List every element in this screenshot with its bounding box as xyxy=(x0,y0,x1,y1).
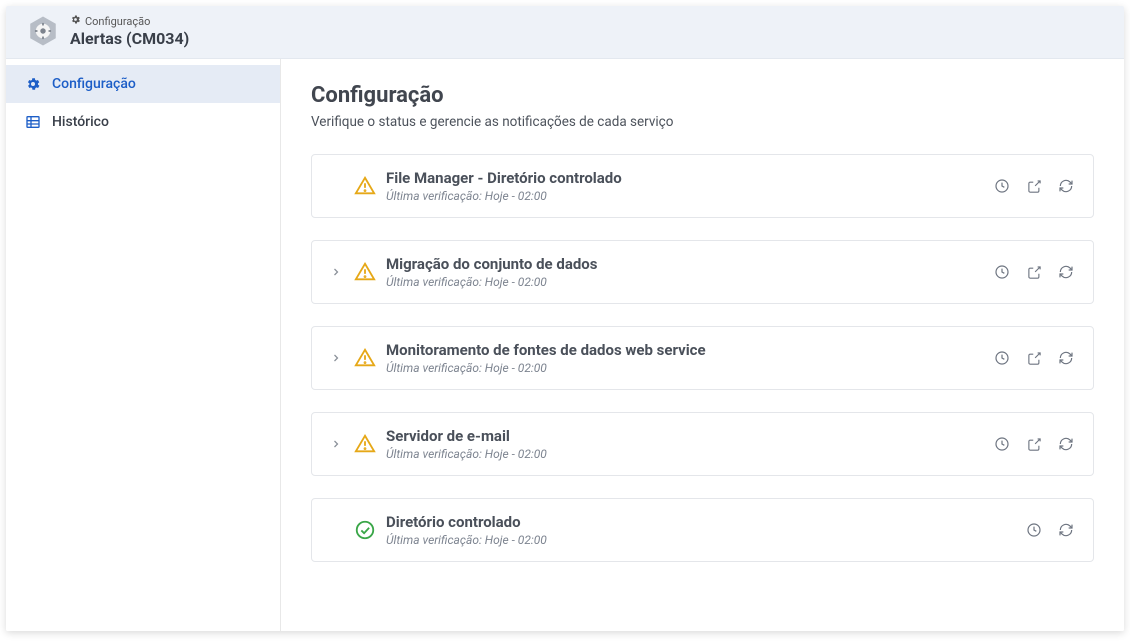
main-content: Configuração Verifique o status e gerenc… xyxy=(281,59,1124,631)
open-external-button[interactable] xyxy=(1025,263,1043,281)
chevron-placeholder xyxy=(328,178,344,194)
service-last-check: Última verificação: Hoje - 02:00 xyxy=(386,447,993,461)
refresh-button[interactable] xyxy=(1057,435,1075,453)
service-title: Monitoramento de fontes de dados web ser… xyxy=(386,341,993,359)
service-card: Servidor de e-mail Última verificação: Ho… xyxy=(311,412,1094,476)
warning-icon xyxy=(354,261,376,283)
service-card: Diretório controlado Última verificação: … xyxy=(311,498,1094,562)
service-actions xyxy=(993,435,1075,453)
page-title: Alertas (CM034) xyxy=(70,29,189,48)
service-actions xyxy=(993,349,1075,367)
schedule-button[interactable] xyxy=(993,349,1011,367)
refresh-button[interactable] xyxy=(1057,349,1075,367)
open-external-button[interactable] xyxy=(1025,435,1043,453)
app-header: Configuração Alertas (CM034) xyxy=(6,6,1124,59)
breadcrumb: Configuração xyxy=(70,14,189,28)
service-title: Diretório controlado xyxy=(386,513,1025,531)
app-logo-icon xyxy=(26,14,60,48)
service-last-check: Última verificação: Hoje - 02:00 xyxy=(386,533,1025,547)
service-title: Servidor de e-mail xyxy=(386,427,993,445)
chevron-right-icon[interactable] xyxy=(328,264,344,280)
table-icon xyxy=(24,113,42,131)
sidebar-item-configura-o[interactable]: Configuração xyxy=(6,65,280,103)
service-title: File Manager - Diretório controlado xyxy=(386,169,993,187)
sidebar-item-label: Configuração xyxy=(52,76,136,92)
service-last-check: Última verificação: Hoje - 02:00 xyxy=(386,189,993,203)
main-subtitle: Verifique o status e gerencie as notific… xyxy=(311,114,1094,130)
schedule-button[interactable] xyxy=(993,263,1011,281)
chevron-right-icon[interactable] xyxy=(328,350,344,366)
gear-icon xyxy=(70,14,81,28)
service-card: File Manager - Diretório controlado Últim… xyxy=(311,154,1094,218)
breadcrumb-label: Configuração xyxy=(85,15,150,28)
service-actions xyxy=(1025,521,1075,539)
refresh-button[interactable] xyxy=(1057,263,1075,281)
service-actions xyxy=(993,263,1075,281)
open-external-button[interactable] xyxy=(1025,349,1043,367)
service-title: Migração do conjunto de dados xyxy=(386,255,993,273)
main-title: Configuração xyxy=(311,83,1094,108)
sidebar-item-label: Histórico xyxy=(52,114,109,130)
refresh-button[interactable] xyxy=(1057,521,1075,539)
check-circle-icon xyxy=(354,519,376,541)
service-card: Migração do conjunto de dados Última veri… xyxy=(311,240,1094,304)
service-last-check: Última verificação: Hoje - 02:00 xyxy=(386,275,993,289)
refresh-button[interactable] xyxy=(1057,177,1075,195)
service-last-check: Última verificação: Hoje - 02:00 xyxy=(386,361,993,375)
chevron-right-icon[interactable] xyxy=(328,436,344,452)
sidebar: Configuração Histórico xyxy=(6,59,281,631)
schedule-button[interactable] xyxy=(1025,521,1043,539)
service-card: Monitoramento de fontes de dados web ser… xyxy=(311,326,1094,390)
warning-icon xyxy=(354,175,376,197)
open-external-button[interactable] xyxy=(1025,177,1043,195)
schedule-button[interactable] xyxy=(993,435,1011,453)
chevron-placeholder xyxy=(328,522,344,538)
warning-icon xyxy=(354,347,376,369)
service-actions xyxy=(993,177,1075,195)
sidebar-item-hist-rico[interactable]: Histórico xyxy=(6,103,280,141)
gear-icon xyxy=(24,75,42,93)
warning-icon xyxy=(354,433,376,455)
schedule-button[interactable] xyxy=(993,177,1011,195)
